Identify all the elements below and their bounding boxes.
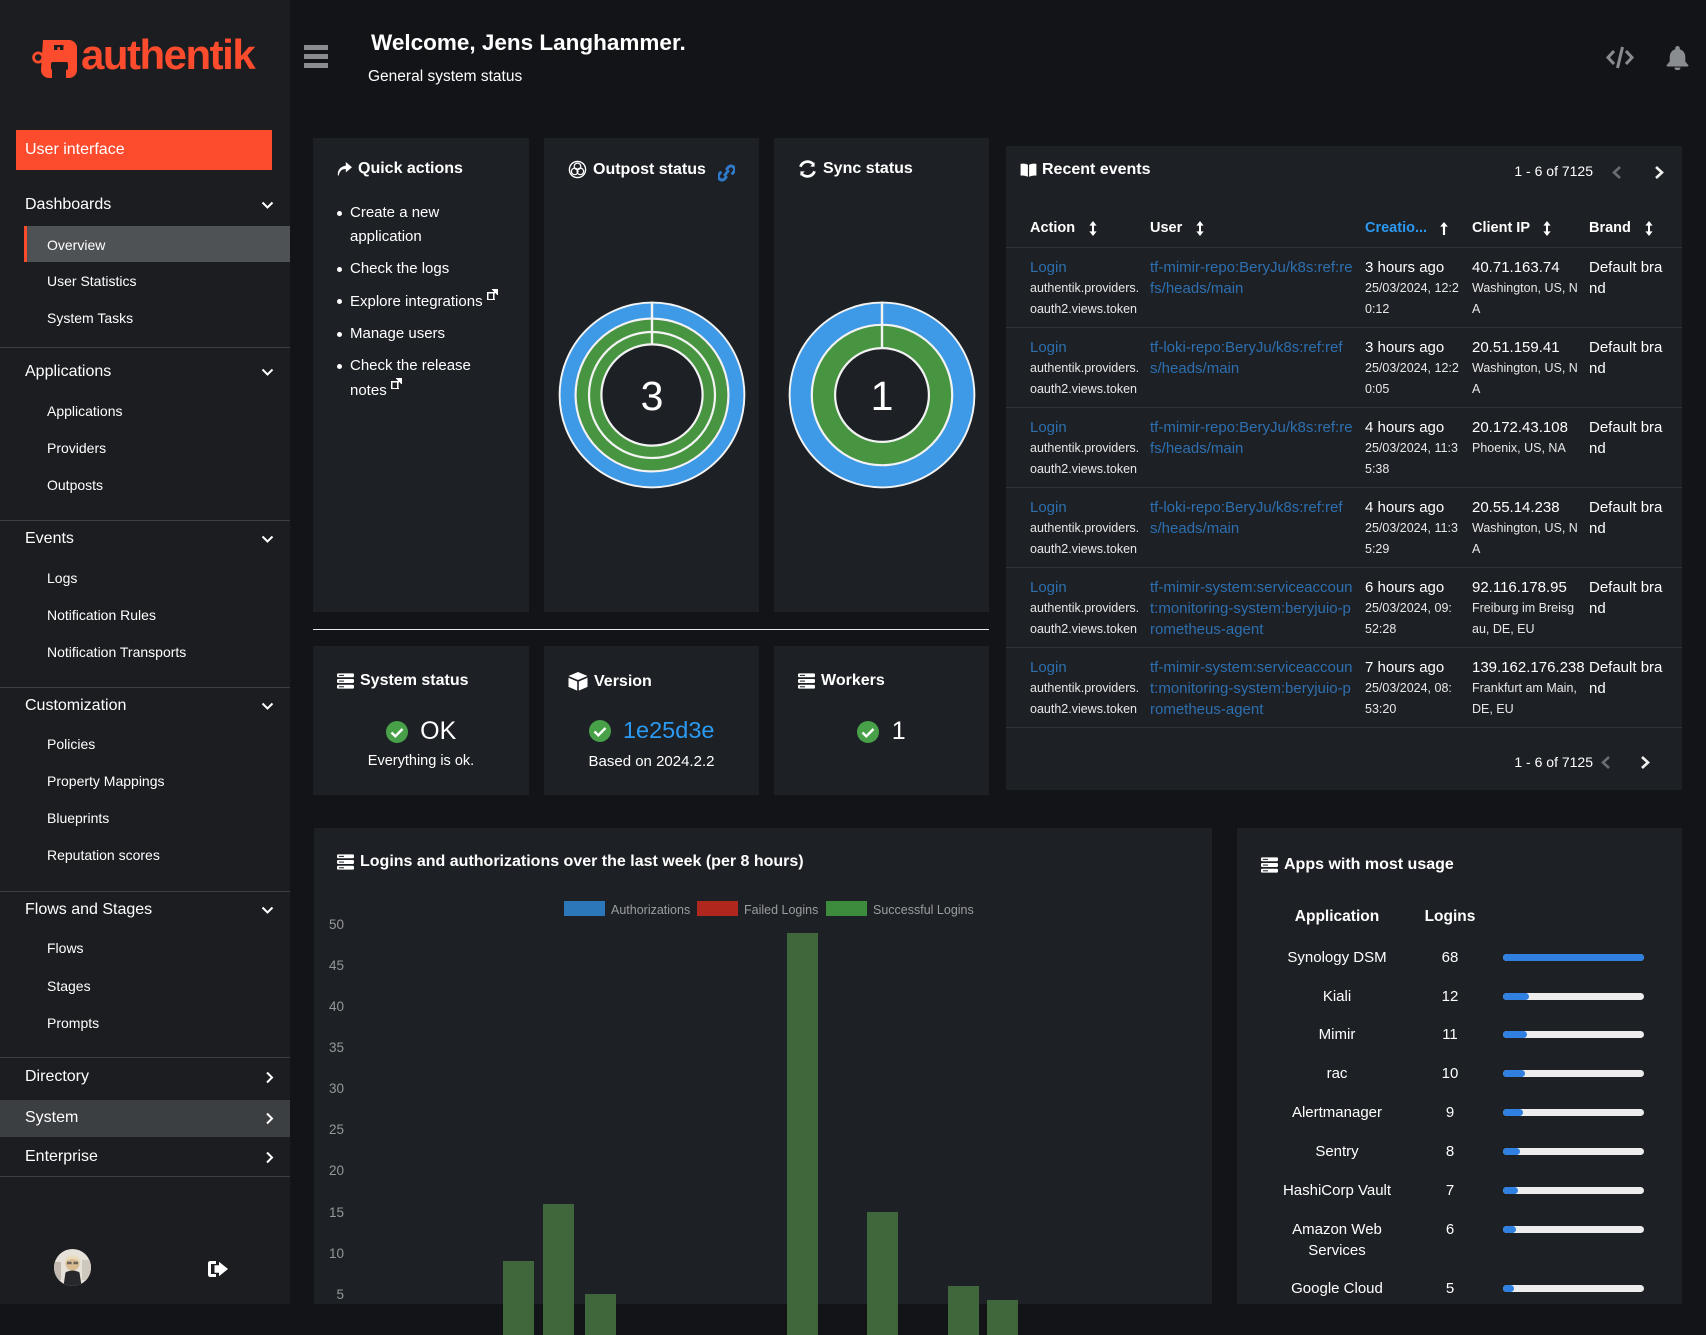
svg-text:3: 3 [641,373,664,419]
svg-text:authentik: authentik [81,36,256,78]
svg-text:1: 1 [871,373,894,419]
